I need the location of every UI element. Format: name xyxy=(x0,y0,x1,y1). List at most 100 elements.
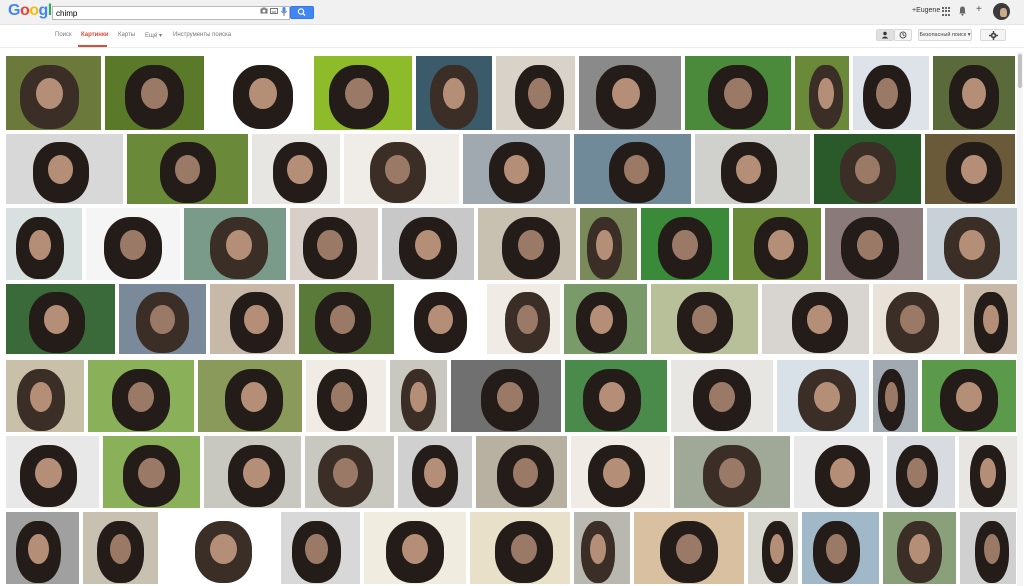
image-result-thumbnail[interactable] xyxy=(476,436,567,508)
plus-icon[interactable]: + xyxy=(976,4,982,15)
image-result-thumbnail[interactable] xyxy=(88,360,194,432)
image-result-thumbnail[interactable] xyxy=(83,512,158,584)
image-result-thumbnail[interactable] xyxy=(762,284,869,354)
image-result-thumbnail[interactable] xyxy=(496,56,575,130)
avatar[interactable] xyxy=(993,3,1010,20)
image-result-thumbnail[interactable] xyxy=(853,56,929,130)
image-result-thumbnail[interactable] xyxy=(184,208,286,280)
image-result-thumbnail[interactable] xyxy=(6,56,101,130)
image-result-thumbnail[interactable] xyxy=(685,56,791,130)
image-result-thumbnail[interactable] xyxy=(574,134,691,204)
image-result-thumbnail[interactable] xyxy=(695,134,810,204)
search-button[interactable] xyxy=(290,6,314,19)
image-result-thumbnail[interactable] xyxy=(802,512,879,584)
image-result-thumbnail[interactable] xyxy=(86,208,180,280)
camera-icon[interactable] xyxy=(259,7,268,19)
tab-search-tools[interactable]: Инструменты поиска xyxy=(173,32,231,38)
image-result-thumbnail[interactable] xyxy=(873,360,918,432)
image-result-thumbnail[interactable] xyxy=(364,512,466,584)
apps-icon[interactable] xyxy=(942,7,951,16)
image-result-thumbnail[interactable] xyxy=(252,134,340,204)
image-result-thumbnail[interactable] xyxy=(198,360,302,432)
image-result-thumbnail[interactable] xyxy=(208,56,310,130)
image-result-thumbnail[interactable] xyxy=(6,134,123,204)
image-result-thumbnail[interactable] xyxy=(6,512,79,584)
image-result-thumbnail[interactable] xyxy=(925,134,1015,204)
personal-results-button[interactable] xyxy=(876,29,894,41)
safe-search-dropdown[interactable]: Безопасный поиск ▾ xyxy=(918,29,972,41)
image-result-thumbnail[interactable] xyxy=(873,284,960,354)
image-result-thumbnail[interactable] xyxy=(927,208,1017,280)
image-result-thumbnail[interactable] xyxy=(162,512,277,584)
image-result-thumbnail[interactable] xyxy=(103,436,200,508)
image-result-thumbnail[interactable] xyxy=(574,512,630,584)
image-result-thumbnail[interactable] xyxy=(651,284,758,354)
image-result-thumbnail[interactable] xyxy=(634,512,744,584)
image-result-thumbnail[interactable] xyxy=(314,56,412,130)
scrollbar[interactable] xyxy=(1017,52,1023,586)
image-result-thumbnail[interactable] xyxy=(281,512,360,584)
image-result-thumbnail[interactable] xyxy=(416,56,492,130)
image-result-thumbnail[interactable] xyxy=(825,208,923,280)
image-result-thumbnail[interactable] xyxy=(6,436,99,508)
user-link[interactable]: +Eugene xyxy=(912,7,940,14)
image-result-thumbnail[interactable] xyxy=(306,360,386,432)
chimp-face xyxy=(414,229,442,260)
image-result-thumbnail[interactable] xyxy=(580,208,637,280)
image-result-thumbnail[interactable] xyxy=(105,56,204,130)
image-result-thumbnail[interactable] xyxy=(299,284,394,354)
image-result-thumbnail[interactable] xyxy=(571,436,670,508)
image-result-thumbnail[interactable] xyxy=(960,512,1016,584)
image-result-thumbnail[interactable] xyxy=(933,56,1015,130)
image-result-thumbnail[interactable] xyxy=(478,208,576,280)
image-result-thumbnail[interactable] xyxy=(748,512,798,584)
image-result-thumbnail[interactable] xyxy=(883,512,956,584)
image-result-thumbnail[interactable] xyxy=(6,284,115,354)
image-result-thumbnail[interactable] xyxy=(777,360,869,432)
image-result-thumbnail[interactable] xyxy=(814,134,921,204)
image-result-thumbnail[interactable] xyxy=(922,360,1016,432)
image-result-thumbnail[interactable] xyxy=(6,360,84,432)
chimp-face xyxy=(249,78,277,110)
tab-maps[interactable]: Карты xyxy=(118,32,135,38)
image-result-thumbnail[interactable] xyxy=(579,56,681,130)
tab-images[interactable]: Картинки xyxy=(81,32,109,38)
image-result-thumbnail[interactable] xyxy=(344,134,459,204)
search-input[interactable] xyxy=(56,7,252,19)
image-result-thumbnail[interactable] xyxy=(964,284,1018,354)
image-result-thumbnail[interactable] xyxy=(487,284,560,354)
image-result-thumbnail[interactable] xyxy=(398,284,483,354)
image-result-thumbnail[interactable] xyxy=(959,436,1017,508)
image-result-thumbnail[interactable] xyxy=(887,436,955,508)
tab-search[interactable]: Поиск xyxy=(55,32,72,38)
image-result-thumbnail[interactable] xyxy=(382,208,474,280)
image-result-thumbnail[interactable] xyxy=(390,360,447,432)
image-result-thumbnail[interactable] xyxy=(463,134,570,204)
settings-button[interactable] xyxy=(980,29,1006,41)
image-result-thumbnail[interactable] xyxy=(470,512,570,584)
image-result-thumbnail[interactable] xyxy=(204,436,301,508)
image-result-thumbnail[interactable] xyxy=(733,208,821,280)
keyboard-icon[interactable] xyxy=(269,7,278,19)
scrollbar-thumb[interactable] xyxy=(1018,54,1022,88)
image-result-thumbnail[interactable] xyxy=(305,436,394,508)
image-result-thumbnail[interactable] xyxy=(398,436,472,508)
image-result-thumbnail[interactable] xyxy=(674,436,790,508)
bell-icon[interactable] xyxy=(958,6,967,16)
image-result-thumbnail[interactable] xyxy=(795,56,849,130)
search-box[interactable] xyxy=(52,6,290,20)
image-result-thumbnail[interactable] xyxy=(641,208,729,280)
image-result-thumbnail[interactable] xyxy=(6,208,82,280)
image-result-thumbnail[interactable] xyxy=(290,208,378,280)
image-result-thumbnail[interactable] xyxy=(451,360,561,432)
image-result-thumbnail[interactable] xyxy=(671,360,773,432)
image-result-thumbnail[interactable] xyxy=(564,284,647,354)
tab-more[interactable]: Ещё ▾ xyxy=(145,32,162,39)
image-result-thumbnail[interactable] xyxy=(565,360,667,432)
image-result-thumbnail[interactable] xyxy=(210,284,295,354)
image-result-thumbnail[interactable] xyxy=(119,284,206,354)
image-result-thumbnail[interactable] xyxy=(794,436,883,508)
image-result-thumbnail[interactable] xyxy=(127,134,248,204)
mic-icon[interactable] xyxy=(279,7,288,19)
hide-personal-results-button[interactable] xyxy=(894,29,912,41)
